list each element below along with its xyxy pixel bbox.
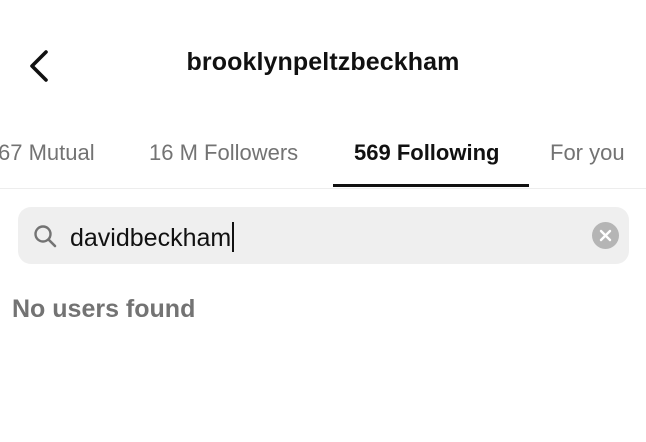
search-icon xyxy=(34,225,57,248)
search-input[interactable]: davidbeckham xyxy=(70,222,235,253)
tab-bar: 67 Mutual 16 M Followers 569 Following F… xyxy=(0,128,646,189)
text-caret xyxy=(232,222,235,252)
no-results-message: No users found xyxy=(12,295,196,323)
search-bar[interactable]: davidbeckham xyxy=(18,207,629,264)
active-tab-indicator xyxy=(333,184,529,187)
tab-for-you[interactable]: For you xyxy=(550,140,625,166)
header: brooklynpeltzbeckham xyxy=(0,0,646,130)
search-input-value: davidbeckham xyxy=(70,224,232,252)
tab-mutual[interactable]: 67 Mutual xyxy=(0,140,95,166)
page-title: brooklynpeltzbeckham xyxy=(186,48,460,76)
tab-following[interactable]: 569 Following xyxy=(354,140,499,166)
clear-icon xyxy=(599,229,612,242)
tab-followers[interactable]: 16 M Followers xyxy=(149,140,298,166)
clear-search-button[interactable] xyxy=(592,222,619,249)
